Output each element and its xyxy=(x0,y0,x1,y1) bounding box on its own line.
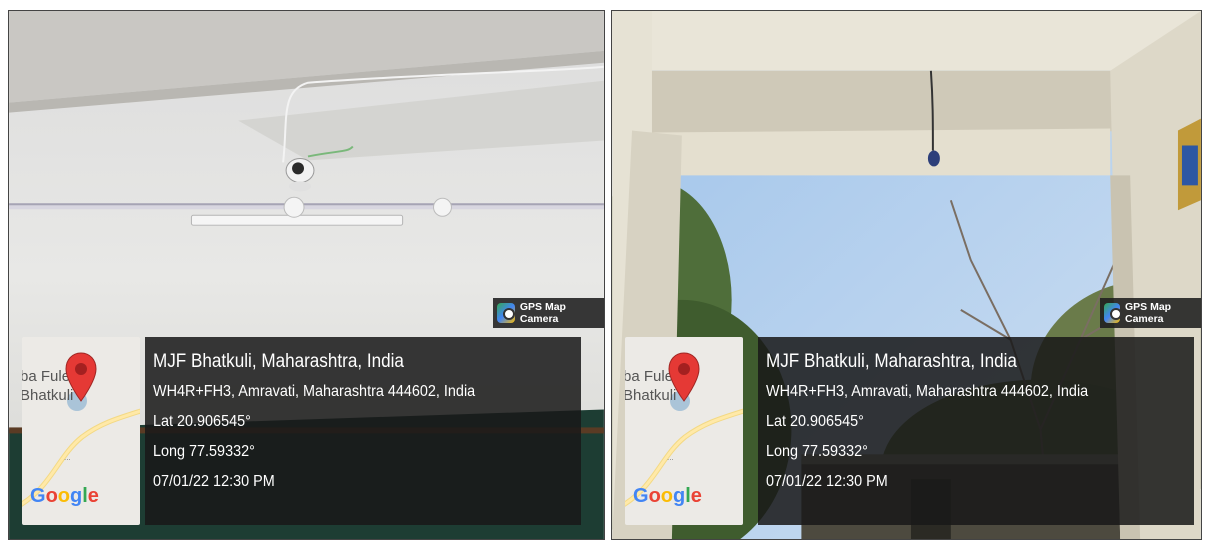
location-info-panel: MJF Bhatkuli, Maharashtra, India WH4R+FH… xyxy=(145,337,581,525)
google-logo: Google xyxy=(30,485,99,508)
longitude-text: Long 77.59332° xyxy=(153,443,255,460)
map-thumbnail: ··· ba Fule Bhatkuli Google xyxy=(22,337,140,525)
svg-text:···: ··· xyxy=(64,456,71,464)
location-title: MJF Bhatkuli, Maharashtra, India xyxy=(766,351,1017,372)
location-pin-icon xyxy=(65,352,97,402)
gps-map-camera-badge: GPS Map Camera xyxy=(493,298,604,328)
google-logo-letter: e xyxy=(690,485,702,507)
datetime-text: 07/01/22 12:30 PM xyxy=(766,473,888,490)
location-pin-icon xyxy=(668,352,700,402)
google-logo-letter: G xyxy=(30,485,46,507)
google-logo-letter: G xyxy=(633,485,649,507)
google-logo-letter: o xyxy=(45,485,58,507)
photo-left: GPS Map Camera ··· ba Fule Bhatkuli Goog… xyxy=(8,10,605,540)
google-logo-letter: o xyxy=(57,485,70,507)
longitude-text: Long 77.59332° xyxy=(766,443,868,460)
map-thumbnail: ··· ba Fule Bhatkuli Google xyxy=(625,337,743,525)
photo-right: GPS Map Camera ··· ba Fule Bhatkuli Goog… xyxy=(611,10,1202,540)
google-logo-letter: g xyxy=(673,485,686,507)
location-info-panel: MJF Bhatkuli, Maharashtra, India WH4R+FH… xyxy=(758,337,1194,525)
location-address: WH4R+FH3, Amravati, Maharashtra 444602, … xyxy=(153,383,476,400)
location-title: MJF Bhatkuli, Maharashtra, India xyxy=(153,351,404,372)
badge-label: GPS Map Camera xyxy=(519,301,566,325)
google-logo: Google xyxy=(633,485,702,508)
badge-label: GPS Map Camera xyxy=(1125,301,1172,325)
google-logo-letter: e xyxy=(87,485,99,507)
gps-map-camera-badge: GPS Map Camera xyxy=(1100,298,1201,328)
google-logo-letter: o xyxy=(648,485,661,507)
latitude-text: Lat 20.906545° xyxy=(153,413,251,430)
gps-camera-app-icon xyxy=(1104,303,1122,323)
latitude-text: Lat 20.906545° xyxy=(766,413,864,430)
location-address: WH4R+FH3, Amravati, Maharashtra 444602, … xyxy=(766,383,1089,400)
datetime-text: 07/01/22 12:30 PM xyxy=(153,473,275,490)
google-logo-letter: o xyxy=(660,485,673,507)
gps-camera-app-icon xyxy=(497,303,515,323)
svg-text:···: ··· xyxy=(667,456,674,464)
google-logo-letter: g xyxy=(70,485,83,507)
